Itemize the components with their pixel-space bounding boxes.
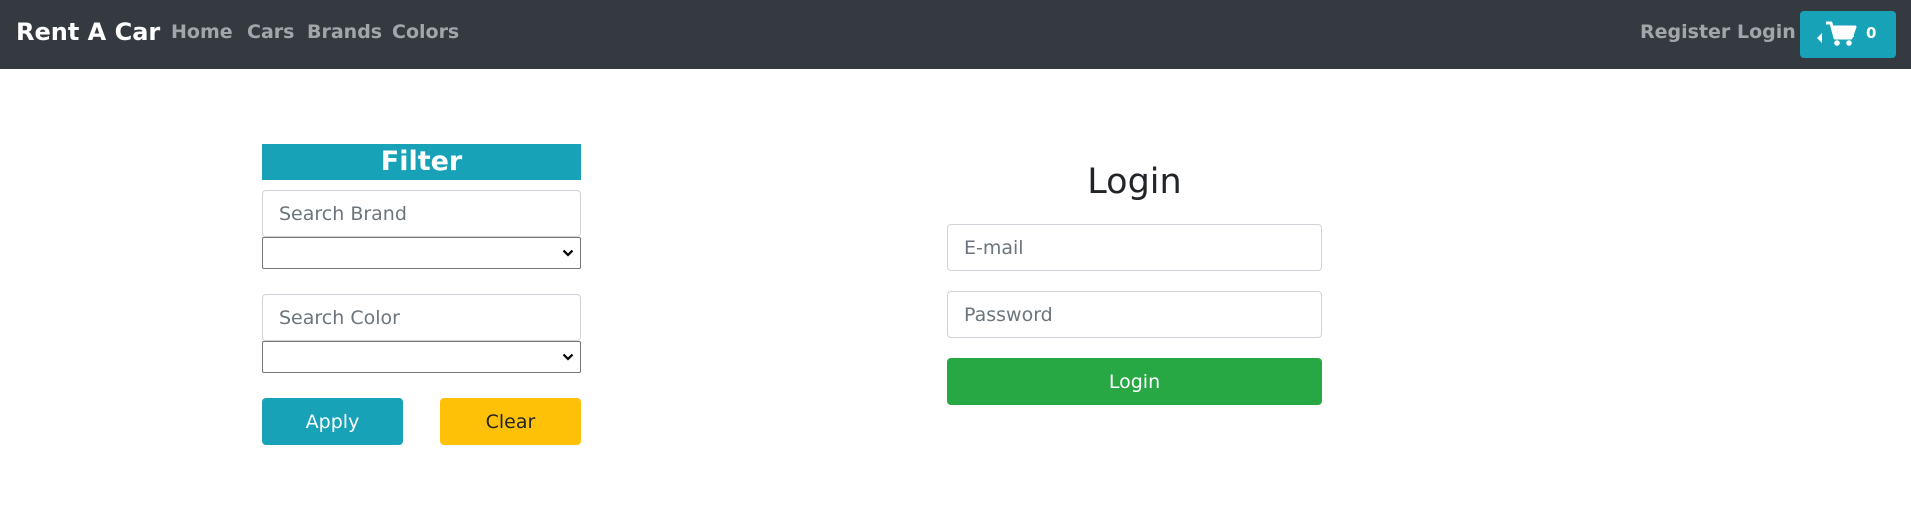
search-color-placeholder: Search Color: [279, 306, 400, 329]
nav-link-home[interactable]: Home: [171, 21, 233, 43]
login-title: Login: [1087, 162, 1182, 202]
filter-title: Filter: [262, 144, 581, 180]
email-placeholder: E-mail: [964, 236, 1024, 259]
search-brand-input[interactable]: Search Brand: [262, 190, 581, 237]
top-navbar: Rent A Car Home Cars Brands Colors Regis…: [0, 0, 1911, 69]
caret-left-icon: [1817, 33, 1822, 43]
search-color-input[interactable]: Search Color: [262, 294, 581, 341]
nav-link-colors[interactable]: Colors: [392, 21, 459, 43]
nav-link-brands[interactable]: Brands: [307, 21, 382, 43]
search-brand-placeholder: Search Brand: [279, 202, 407, 225]
email-field[interactable]: E-mail: [947, 224, 1322, 271]
cart-count-badge: 0: [1866, 24, 1877, 42]
nav-link-register[interactable]: Register: [1640, 21, 1730, 43]
password-placeholder: Password: [964, 303, 1053, 326]
login-submit-button[interactable]: Login: [947, 358, 1322, 405]
cart-button[interactable]: 0: [1800, 11, 1896, 58]
nav-link-login[interactable]: Login: [1737, 21, 1796, 43]
chevron-down-icon: [562, 353, 574, 361]
nav-link-cars[interactable]: Cars: [247, 21, 294, 43]
apply-button[interactable]: Apply: [262, 398, 403, 445]
brand-select[interactable]: [262, 237, 581, 269]
chevron-down-icon: [562, 249, 574, 257]
brand-logo[interactable]: Rent A Car: [16, 18, 160, 46]
password-field[interactable]: Password: [947, 291, 1322, 338]
color-select[interactable]: [262, 341, 581, 373]
clear-button[interactable]: Clear: [440, 398, 581, 445]
shopping-cart-icon: [1826, 21, 1857, 46]
